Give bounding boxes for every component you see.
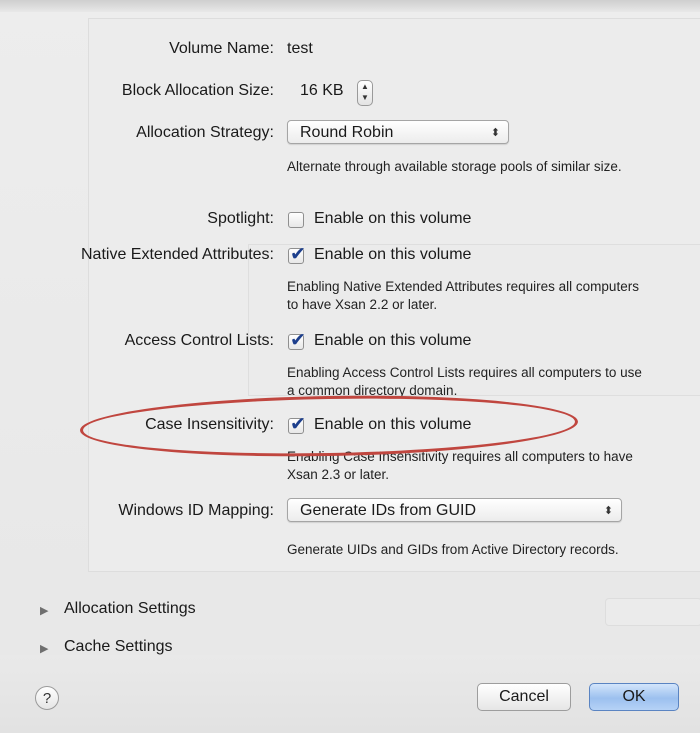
- spotlight-checkbox-label[interactable]: Enable on this volume: [314, 210, 471, 228]
- background-dialog-button: [605, 598, 700, 626]
- spotlight-label: Spotlight:: [207, 210, 274, 227]
- allocation-strategy-note: Alternate through available storage pool…: [287, 159, 622, 174]
- disclosure-triangle-icon[interactable]: ▶: [40, 604, 48, 617]
- disclosure-triangle-icon[interactable]: ▶: [40, 642, 48, 655]
- cancel-button[interactable]: Cancel: [477, 683, 571, 711]
- allocation-settings-disclosure[interactable]: Allocation Settings: [64, 600, 196, 618]
- volume-name-label: Volume Name:: [169, 40, 274, 57]
- windows-id-mapping-popup[interactable]: Generate IDs from GUID ⬍: [287, 498, 622, 522]
- block-allocation-label: Block Allocation Size:: [121, 82, 274, 99]
- access-control-lists-checkbox-label[interactable]: Enable on this volume: [314, 332, 471, 350]
- native-extended-attributes-label: Native Extended Attributes:: [81, 246, 274, 263]
- native-extended-attributes-note: Enabling Native Extended Attributes requ…: [287, 279, 639, 312]
- native-extended-attributes-checkbox-label[interactable]: Enable on this volume: [314, 246, 471, 264]
- allocation-strategy-value: Round Robin: [300, 124, 394, 141]
- help-icon[interactable]: ?: [35, 686, 59, 710]
- spotlight-checkbox[interactable]: [288, 212, 304, 228]
- ok-button[interactable]: OK: [589, 683, 679, 711]
- access-control-lists-label: Access Control Lists:: [124, 332, 274, 349]
- windows-id-mapping-note: Generate UIDs and GIDs from Active Direc…: [287, 542, 619, 557]
- access-control-lists-note: Enabling Access Control Lists requires a…: [287, 365, 642, 398]
- windows-id-mapping-label: Windows ID Mapping:: [118, 502, 274, 519]
- window-top-edge: [0, 0, 700, 12]
- cache-settings-disclosure[interactable]: Cache Settings: [64, 638, 173, 656]
- updown-arrows-icon: ⬍: [603, 505, 613, 517]
- allocation-strategy-label: Allocation Strategy:: [136, 124, 274, 141]
- volume-name-value: test: [287, 40, 313, 57]
- windows-id-mapping-value: Generate IDs from GUID: [300, 502, 477, 519]
- stepper-icon: ▲ ▼: [361, 82, 369, 102]
- updown-arrows-icon: ⬍: [490, 127, 500, 139]
- block-allocation-value: 16 KB: [300, 82, 344, 99]
- block-allocation-stepper[interactable]: ▲ ▼: [357, 80, 373, 106]
- native-extended-attributes-checkbox[interactable]: [288, 243, 306, 265]
- allocation-strategy-popup[interactable]: Round Robin ⬍: [287, 120, 509, 144]
- access-control-lists-checkbox[interactable]: [288, 329, 306, 351]
